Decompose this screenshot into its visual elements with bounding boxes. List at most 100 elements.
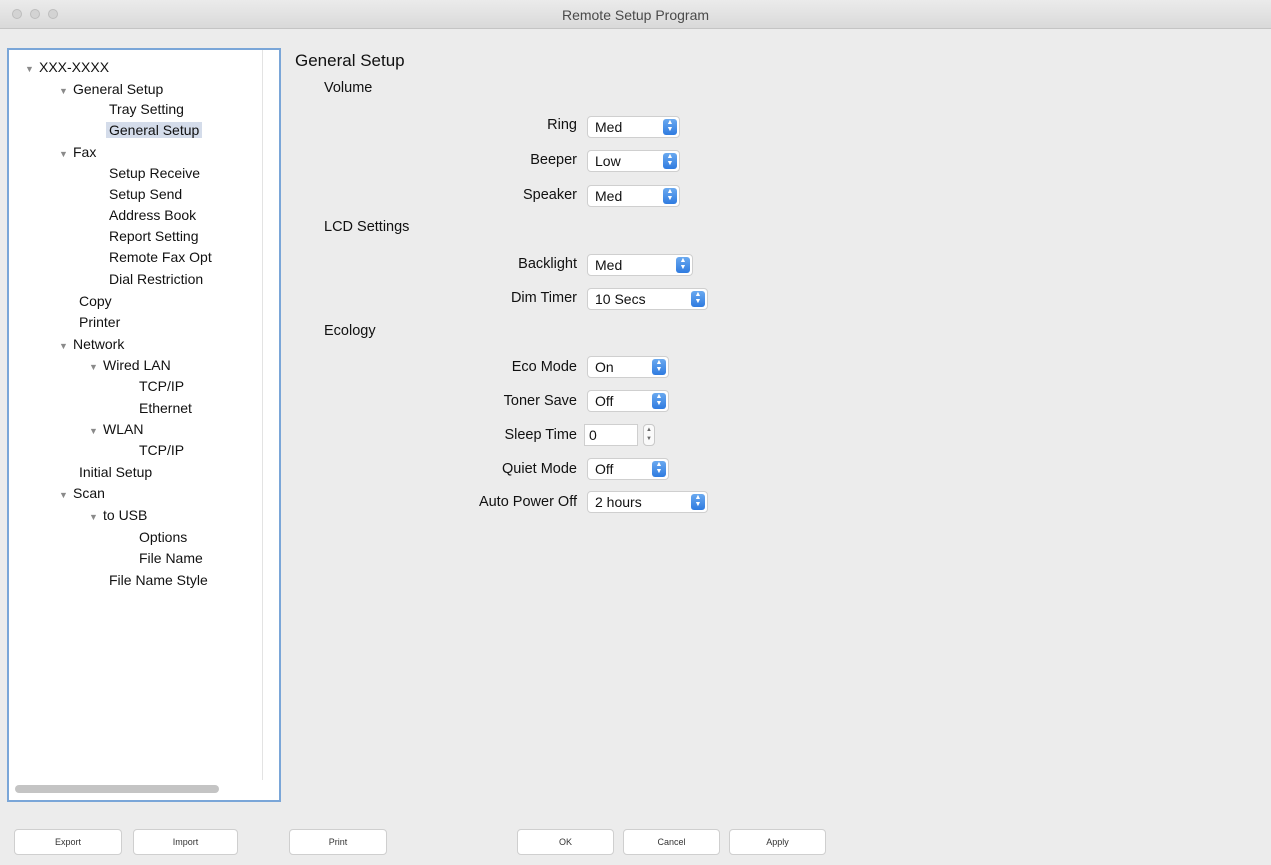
tree-item-label: Fax [73, 144, 97, 160]
select-arrows-icon: ▲ ▼ [652, 461, 666, 477]
quiet-mode-value: Off [595, 461, 614, 477]
auto-power-off-label: Auto Power Off [478, 494, 577, 510]
tree-item[interactable]: Dial Restriction [109, 269, 203, 289]
tree-item-label: Ethernet [139, 400, 192, 416]
beeper-select[interactable]: Low ▲ ▼ [587, 150, 680, 172]
tree-item-label: Setup Send [109, 186, 183, 202]
tree-item[interactable]: Report Setting [109, 226, 199, 246]
tree-item[interactable]: ▼ XXX-XXXX [25, 57, 109, 77]
tree-item-label: Report Setting [109, 228, 199, 244]
tree-item[interactable]: Tray Setting [109, 99, 184, 119]
tree-item[interactable]: ▼ General Setup [59, 79, 163, 99]
eco-mode-label: Eco Mode [511, 359, 577, 375]
tree-item-label: Copy [79, 293, 112, 309]
tree-item-label: Wired LAN [103, 357, 171, 373]
disclosure-triangle-icon[interactable]: ▼ [59, 144, 73, 164]
ring-value: Med [595, 119, 623, 135]
toner-save-select[interactable]: Off ▲ ▼ [587, 390, 669, 412]
tree-item[interactable]: ▼ Scan [59, 483, 105, 503]
tree-item[interactable]: ▼ Wired LAN [89, 355, 171, 375]
tree-item-label: File Name [139, 550, 203, 566]
tree-item[interactable]: Printer [79, 312, 120, 332]
tree-item[interactable]: ▼ Fax [59, 142, 96, 162]
print-button[interactable]: Print [289, 829, 387, 855]
tree-item-label: Dial Restriction [109, 271, 204, 287]
select-arrows-icon: ▲ ▼ [663, 188, 677, 204]
auto-power-off-value: 2 hours [595, 494, 642, 510]
tree-item[interactable]: TCP/IP [139, 376, 184, 396]
tree-item[interactable]: File Name [139, 548, 203, 568]
sleep-time-input[interactable]: 0 [584, 424, 638, 446]
tree-item-label: File Name Style [109, 572, 208, 588]
tree-item-label: General Setup [73, 81, 164, 97]
speaker-select[interactable]: Med ▲ ▼ [587, 185, 680, 207]
dim-timer-label: Dim Timer [510, 290, 577, 306]
select-arrows-icon: ▲ ▼ [676, 257, 690, 273]
apply-button[interactable]: Apply [729, 829, 826, 855]
tree-item-label: Options [139, 529, 188, 545]
export-button[interactable]: Export [14, 829, 122, 855]
toner-save-label: Toner Save [503, 393, 577, 409]
speaker-value: Med [595, 188, 623, 204]
dim-timer-value: 10 Secs [595, 291, 646, 307]
select-arrows-icon: ▲ ▼ [663, 119, 677, 135]
toner-save-value: Off [595, 393, 614, 409]
tree-item[interactable]: TCP/IP [139, 440, 184, 460]
import-button[interactable]: Import [133, 829, 238, 855]
tree-item[interactable]: Options [139, 527, 187, 547]
select-arrows-icon: ▲ ▼ [691, 494, 705, 510]
section-ecology: Ecology [324, 323, 376, 339]
tree-item[interactable]: General Setup [106, 120, 203, 140]
auto-power-off-select[interactable]: 2 hours ▲ ▼ [587, 491, 708, 513]
tree-item[interactable]: Setup Receive [109, 163, 200, 183]
ring-label: Ring [547, 117, 577, 133]
tree-item[interactable]: ▼ to USB [89, 505, 147, 525]
disclosure-triangle-icon[interactable]: ▼ [89, 421, 103, 441]
tree-item-label: Initial Setup [79, 464, 153, 480]
ok-button[interactable]: OK [517, 829, 614, 855]
section-volume: Volume [324, 80, 373, 96]
eco-mode-value: On [595, 359, 614, 375]
quiet-mode-select[interactable]: Off ▲ ▼ [587, 458, 669, 480]
settings-tree[interactable]: ▼ XXX-XXXX ▼ General Setup Tray Setting Gener… [7, 48, 281, 802]
dim-timer-select[interactable]: 10 Secs ▲ ▼ [587, 288, 708, 310]
tree-item-label: Setup Receive [109, 165, 201, 181]
disclosure-triangle-icon[interactable]: ▼ [59, 485, 73, 505]
tree-item[interactable]: Remote Fax Opt [109, 247, 212, 267]
tree-item-label: TCP/IP [139, 442, 185, 458]
select-arrows-icon: ▲ ▼ [691, 291, 705, 307]
tree-item-label: Printer [79, 314, 121, 330]
disclosure-triangle-icon[interactable]: ▼ [89, 507, 103, 527]
tree-item-label: XXX-XXXX [39, 59, 110, 75]
backlight-select[interactable]: Med ▲ ▼ [587, 254, 693, 276]
sleep-time-stepper[interactable]: ▲ ▼ [643, 424, 655, 446]
horizontal-scrollbar[interactable] [15, 785, 219, 793]
tree-item[interactable]: Copy [79, 291, 112, 311]
speaker-label: Speaker [522, 187, 577, 203]
tree-item[interactable]: Ethernet [139, 398, 192, 418]
tree-item[interactable]: Initial Setup [79, 462, 152, 482]
page-title: General Setup [295, 51, 405, 70]
tree-item-label: to USB [103, 507, 148, 523]
disclosure-triangle-icon[interactable]: ▼ [25, 59, 39, 79]
beeper-value: Low [595, 153, 621, 169]
eco-mode-select[interactable]: On ▲ ▼ [587, 356, 669, 378]
tree-item-label: General Setup [106, 122, 203, 138]
tree-item-label: WLAN [103, 421, 144, 437]
section-lcd-settings: LCD Settings [324, 219, 410, 235]
sleep-time-label: Sleep Time [504, 427, 577, 443]
disclosure-triangle-icon[interactable]: ▼ [59, 336, 73, 356]
select-arrows-icon: ▲ ▼ [652, 359, 666, 375]
tree-item[interactable]: File Name Style [109, 570, 208, 590]
quiet-mode-label: Quiet Mode [502, 461, 577, 477]
tree-item[interactable]: ▼ Network [59, 334, 124, 354]
tree-item[interactable]: Setup Send [109, 184, 182, 204]
cancel-button[interactable]: Cancel [623, 829, 720, 855]
ring-select[interactable]: Med ▲ ▼ [587, 116, 680, 138]
disclosure-triangle-icon[interactable]: ▼ [89, 357, 103, 377]
disclosure-triangle-icon[interactable]: ▼ [59, 81, 73, 101]
tree-item[interactable]: Address Book [109, 205, 196, 225]
tree-item[interactable]: ▼ WLAN [89, 419, 143, 439]
tree-item-label: Network [73, 336, 125, 352]
tree-item-label: Address Book [109, 207, 197, 223]
